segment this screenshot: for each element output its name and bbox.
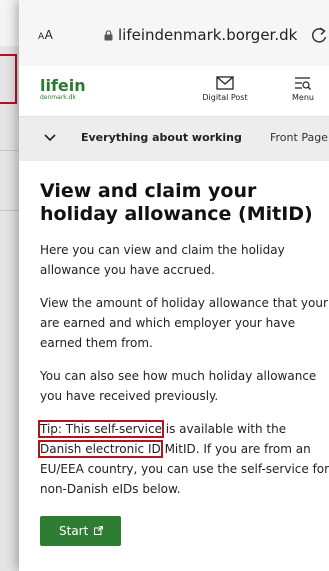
- eid-highlight: Danish electronic ID: [38, 440, 163, 458]
- envelope-icon: [216, 76, 234, 90]
- browser-address-bar[interactable]: AA lifeindenmark.borger.dk: [19, 0, 329, 66]
- tip-highlight: Tip: This self-service: [38, 420, 164, 438]
- menu-button[interactable]: Menu: [288, 76, 318, 102]
- url-text: lifeindenmark.borger.dk: [118, 26, 298, 44]
- breadcrumb: Everything about working Front Page: [19, 117, 329, 161]
- tip-paragraph: Tip: This self-service is available with…: [38, 420, 329, 496]
- history-paragraph: You can also see how much holiday allowa…: [40, 369, 317, 403]
- breadcrumb-front-page[interactable]: Front Page: [270, 131, 328, 144]
- breadcrumb-current[interactable]: Everything about working: [81, 131, 242, 144]
- url-field[interactable]: lifeindenmark.borger.dk: [104, 26, 297, 44]
- digital-post-button[interactable]: Digital Post: [195, 76, 255, 102]
- lock-icon: [104, 30, 113, 41]
- mobile-browser-window: AA lifeindenmark.borger.dk lifein denmar…: [19, 0, 329, 571]
- intro-paragraph: Here you can view and claim the holiday …: [40, 243, 285, 277]
- chevron-down-icon[interactable]: [44, 133, 56, 142]
- external-link-icon: [94, 526, 104, 535]
- menu-search-icon: [295, 77, 311, 90]
- start-button[interactable]: Start: [40, 516, 122, 546]
- amount-paragraph: View the amount of holiday allowance tha…: [40, 296, 328, 350]
- text-size-button[interactable]: AA: [38, 28, 53, 42]
- main-content: View and claim your holiday allowance (M…: [38, 180, 329, 546]
- site-header: lifein denmark.dk Digital Post Menu: [19, 66, 329, 117]
- site-logo[interactable]: lifein denmark.dk: [40, 78, 86, 102]
- page-title: View and claim your holiday allowance (M…: [40, 180, 313, 225]
- background-highlight-box: [0, 54, 17, 104]
- reload-icon[interactable]: [309, 24, 329, 46]
